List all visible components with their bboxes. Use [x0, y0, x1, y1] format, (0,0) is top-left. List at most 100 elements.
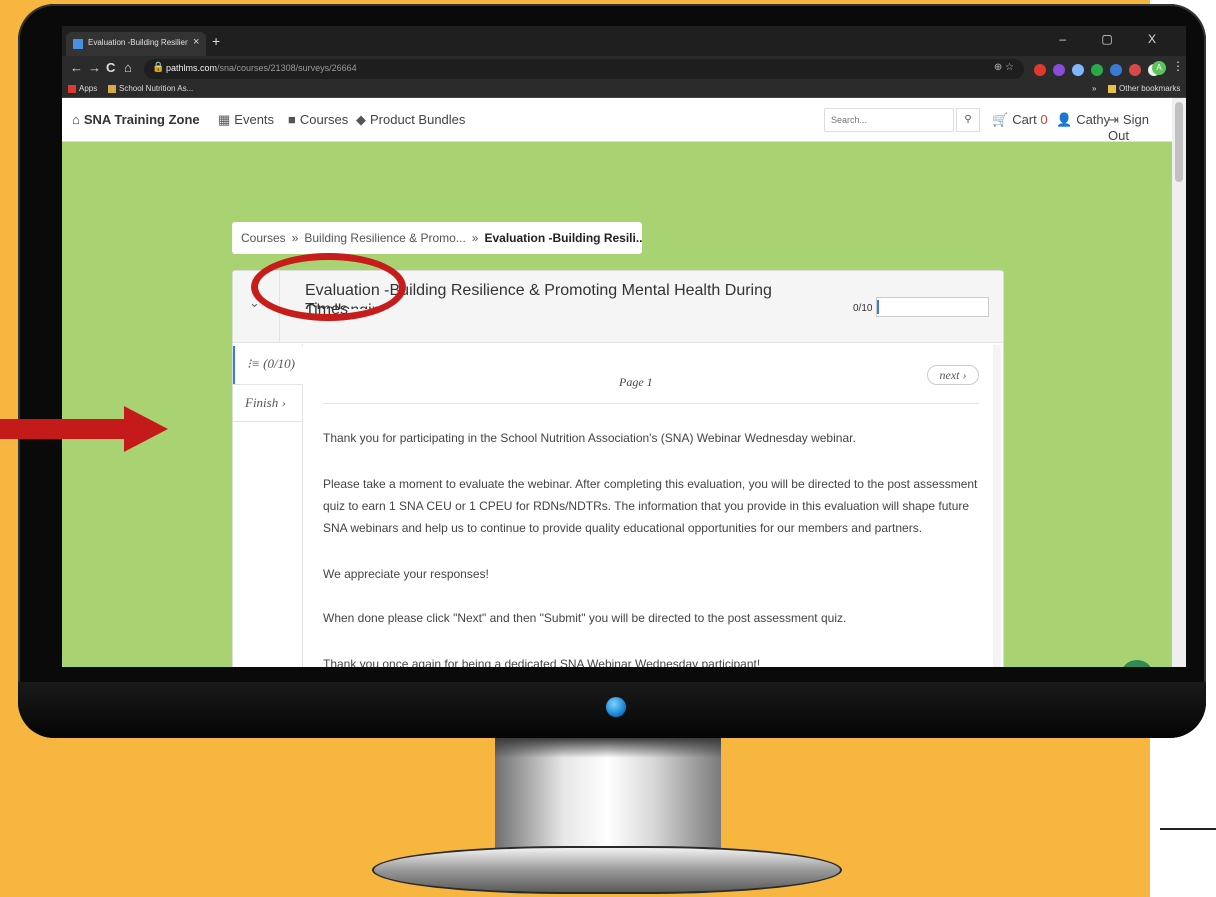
content-scrollbar[interactable] — [993, 345, 1001, 667]
apps-icon — [68, 84, 76, 93]
survey-sidebar: ⁝≡ (0/10) Finish › — [233, 344, 303, 667]
site-brand[interactable]: ⌂ SNA Training Zone — [72, 112, 200, 127]
search-button[interactable]: ⚲ — [956, 108, 980, 132]
monitor-stand-base — [372, 846, 842, 894]
sign-out-icon: ⇥ — [1108, 112, 1119, 127]
annotation-arrow-shaft — [0, 419, 130, 439]
scroll-thumb[interactable] — [1175, 102, 1183, 182]
page-scrollbar[interactable] — [1172, 98, 1186, 667]
url-text: pathlms.com/sna/courses/21308/surveys/26… — [166, 63, 357, 73]
search-icon: ⚲ — [964, 114, 972, 125]
breadcrumb-course[interactable]: Building Resilience & Promo... — [304, 231, 465, 245]
home-icon: ⌂ — [72, 112, 80, 127]
url-path: /sna/courses/21308/surveys/26664 — [217, 63, 357, 73]
bookmarks-overflow[interactable]: » — [1092, 84, 1096, 93]
tag-icon: ◆ — [356, 112, 366, 127]
sidebar-item-page-list[interactable]: ⁝≡ (0/10) — [233, 346, 303, 384]
extension-icon[interactable] — [1091, 63, 1103, 76]
search-field[interactable] — [824, 108, 954, 132]
appreciation-paragraph: We appreciate your responses! — [323, 567, 489, 581]
nav-courses[interactable]: ■ Courses — [288, 112, 348, 127]
folder-icon — [1108, 84, 1116, 93]
annotation-arrow-head — [124, 406, 168, 452]
chevron-right-icon: › — [962, 368, 967, 382]
nav-events[interactable]: ▦ Events — [218, 112, 274, 128]
user-icon: 👤 — [1056, 112, 1073, 127]
breadcrumb-courses[interactable]: Courses — [241, 231, 286, 245]
progress-fill — [877, 300, 879, 314]
breadcrumb: Courses » Building Resilience & Promo... » E… — [232, 222, 642, 254]
bookmark-apps-label: Apps — [79, 84, 98, 93]
intro-paragraph: Thank you for participating in the Schoo… — [323, 431, 856, 445]
bookmark-apps[interactable]: Apps — [68, 84, 97, 93]
bookmark-favicon-icon — [108, 84, 116, 93]
sidebar-finish-label: Finish — [245, 395, 279, 410]
brand-label: SNA Training Zone — [83, 112, 200, 127]
tab-title: Evaluation -Building Resilience & — [88, 38, 188, 47]
site-header: ⌂ SNA Training Zone ▦ Events ■ Courses ◆ Pro… — [62, 98, 1172, 143]
tab-favicon-icon — [73, 39, 83, 49]
next-step-paragraph: When done please click "Next" and then "… — [323, 611, 847, 625]
reload-button[interactable]: C — [106, 60, 115, 75]
sign-out-link[interactable]: ⇥ Sign Out — [1108, 112, 1172, 143]
back-button[interactable]: ← — [70, 60, 83, 75]
chevron-right-icon: › — [281, 395, 286, 410]
bookmark-school-nutrition[interactable]: School Nutrition As... — [108, 84, 193, 93]
nav-events-label: Events — [234, 112, 275, 127]
survey-panel: ⌄ Evaluation -Building Resilience & Prom… — [232, 270, 1004, 667]
next-button[interactable]: next › — [927, 365, 979, 385]
nav-courses-label: Courses — [299, 112, 349, 127]
sidebar-progress: (0/10) — [263, 356, 295, 371]
progress-bar — [876, 297, 989, 317]
stand-shadow — [495, 738, 721, 758]
breadcrumb-current: Evaluation -Building Resili... — [484, 231, 642, 245]
lock-icon: 🔒 — [152, 62, 165, 73]
instructions-paragraph: Please take a moment to evaluate the web… — [323, 477, 978, 535]
zoom-and-bookmark-icons[interactable]: ⊕ ☆ — [994, 62, 1014, 73]
highlight-ellipse — [251, 253, 406, 321]
new-tab-button[interactable]: + — [212, 33, 220, 49]
sidebar-item-finish[interactable]: Finish › — [233, 384, 303, 422]
cart-icon: 🛒 — [992, 112, 1009, 127]
progress-count: 0/10 — [853, 303, 873, 314]
bookmarks-bar: Apps School Nutrition As... » Other book… — [62, 82, 1186, 98]
cart-label: Cart — [1012, 112, 1037, 127]
address-bar[interactable]: 🔒 pathlms.com/sna/courses/21308/surveys/… — [144, 59, 1024, 79]
cart-link[interactable]: 🛒 Cart 0 — [992, 112, 1048, 128]
tab-close-icon[interactable]: × — [193, 36, 199, 48]
browser-toolbar: ← → C ⌂ 🔒 pathlms.com/sna/courses/21308/… — [62, 56, 1186, 82]
browser-menu-icon[interactable]: ⋮ — [1172, 59, 1184, 73]
home-button[interactable]: ⌂ — [124, 60, 132, 75]
extension-icons — [1034, 61, 1167, 77]
user-name: Cathy — [1076, 112, 1111, 127]
profile-avatar[interactable]: A — [1152, 61, 1166, 75]
extension-icon[interactable] — [1129, 63, 1141, 76]
page-label: Page 1 — [619, 375, 653, 389]
bookmark-other-label: Other bookmarks — [1119, 84, 1181, 93]
breadcrumb-separator: » — [291, 231, 299, 245]
extension-icon[interactable] — [1034, 63, 1046, 76]
extension-icon[interactable] — [1072, 63, 1084, 76]
chat-widget-button[interactable] — [1120, 660, 1154, 667]
bookmark-other[interactable]: Other bookmarks — [1108, 84, 1180, 93]
bookmark-school-label: School Nutrition As... — [119, 84, 194, 93]
window-controls[interactable]: – ▢ X — [1059, 32, 1172, 46]
breadcrumb-separator: » — [471, 231, 479, 245]
cart-count: 0 — [1040, 112, 1048, 127]
thanks-paragraph: Thank you once again for being a dedicat… — [323, 657, 761, 667]
tab-strip: Evaluation -Building Resilience & × + – … — [62, 26, 1186, 56]
browser-tab[interactable]: Evaluation -Building Resilience & × — [66, 32, 206, 56]
forward-button[interactable]: → — [88, 60, 101, 75]
search-input[interactable] — [825, 109, 925, 131]
divider-line — [1160, 828, 1216, 830]
content-divider — [323, 403, 979, 404]
book-icon: ■ — [288, 112, 296, 127]
nav-bundles-label: Product Bundles — [370, 112, 466, 127]
user-menu[interactable]: 👤 Cathy — [1056, 112, 1110, 128]
next-label: next — [939, 368, 960, 382]
extension-icon[interactable] — [1053, 63, 1065, 76]
list-icon: ⁝≡ — [247, 356, 260, 371]
extension-icon[interactable] — [1110, 63, 1122, 76]
calendar-icon: ▦ — [218, 112, 231, 127]
nav-product-bundles[interactable]: ◆ Product Bundles — [356, 112, 465, 128]
